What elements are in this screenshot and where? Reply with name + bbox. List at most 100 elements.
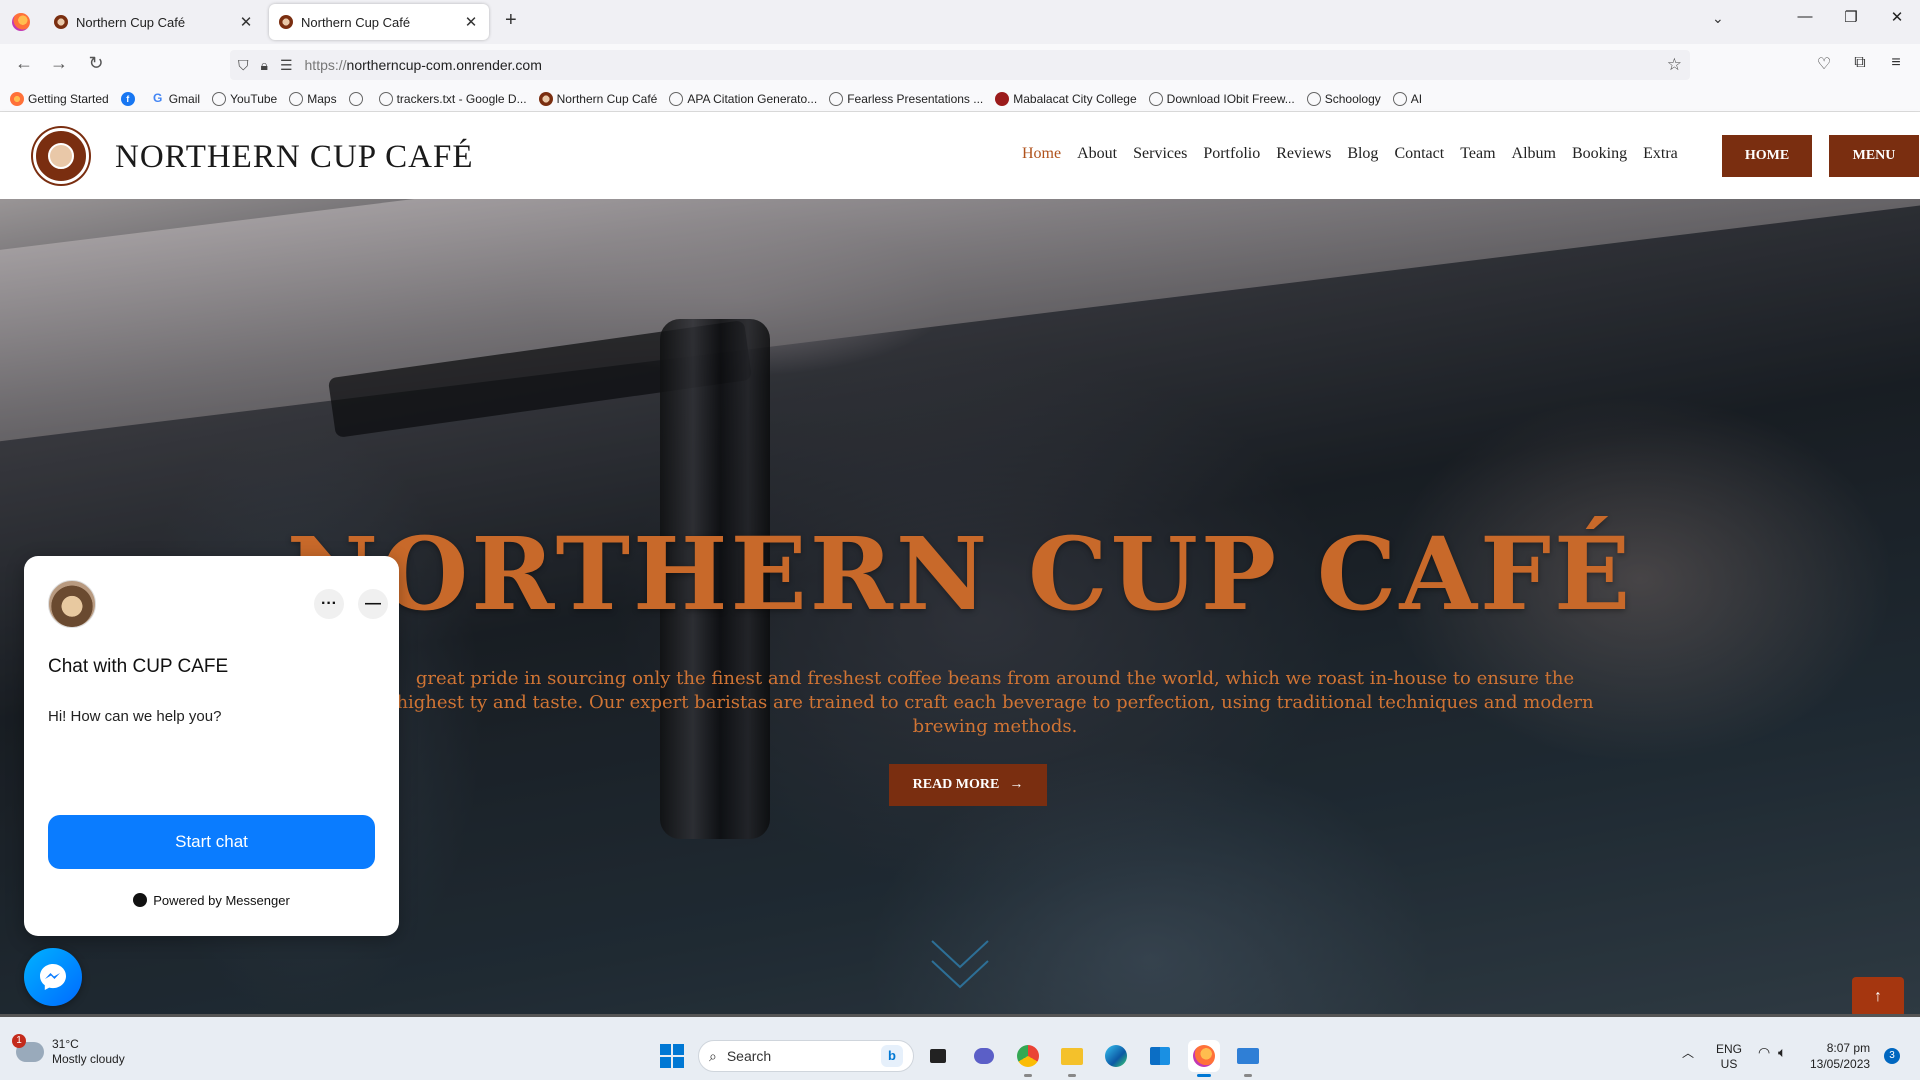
nav-home[interactable]: Home [1022, 145, 1061, 163]
bookmark-item[interactable]: Getting Started [10, 91, 109, 106]
task-view-icon[interactable] [922, 1040, 954, 1072]
chat-title: Chat with CUP CAFE [48, 656, 229, 677]
bookmark-item[interactable]: G Gmail [151, 92, 200, 106]
extensions-icon[interactable]: ⧉ [1848, 54, 1872, 72]
nav-contact[interactable]: Contact [1394, 145, 1444, 163]
notification-count-badge[interactable]: 3 [1884, 1048, 1900, 1064]
bookmark-star-icon[interactable]: ☆ [1667, 55, 1682, 75]
globe-icon [1306, 91, 1321, 106]
weather-description: Mostly cloudy [52, 1052, 125, 1066]
nav-portfolio[interactable]: Portfolio [1203, 145, 1260, 163]
show-hidden-icons-chevron-icon[interactable]: ︿ [1682, 1044, 1694, 1061]
cafe-logo-icon[interactable] [33, 128, 89, 184]
brand-name[interactable]: NORTHERN CUP CAFÉ [115, 139, 474, 176]
bookmark-label: Northern Cup Café [556, 91, 658, 106]
reload-icon[interactable]: ↻ [84, 53, 108, 74]
bookmark-label: Mabalacat City College [1013, 91, 1137, 106]
taskbar-search[interactable]: ⌕ Search b [698, 1040, 914, 1072]
restore-window-button[interactable]: ❐ [1836, 8, 1866, 26]
start-chat-button[interactable]: Start chat [48, 815, 375, 869]
bookmark-item[interactable]: Fearless Presentations ... [829, 91, 984, 106]
nav-reviews[interactable]: Reviews [1276, 145, 1331, 163]
close-tab-icon[interactable]: ✕ [463, 13, 479, 31]
new-tab-button[interactable]: + [505, 9, 517, 32]
list-all-tabs-icon[interactable]: ⌄ [1712, 10, 1724, 27]
bookmark-item[interactable]: Maps [289, 91, 337, 106]
close-window-button[interactable]: ✕ [1882, 8, 1912, 26]
app-menu-icon[interactable]: ≡ [1884, 54, 1908, 72]
more-options-icon[interactable]: ··· [314, 589, 344, 619]
home-button[interactable]: HOME [1722, 135, 1812, 177]
taskbar-clock[interactable]: 8:07 pm 13/05/2023 [1810, 1040, 1870, 1072]
read-more-button[interactable]: READ MORE → [889, 764, 1047, 806]
tab-title: Northern Cup Café [76, 14, 186, 30]
bookmark-item[interactable]: YouTube [212, 91, 277, 106]
nav-about[interactable]: About [1077, 145, 1117, 163]
nav-extra[interactable]: Extra [1643, 145, 1678, 163]
menu-button[interactable]: MENU [1829, 135, 1919, 177]
messenger-chat-panel: ··· — Chat with CUP CAFE Hi! How can we … [24, 556, 399, 936]
minimize-window-button[interactable]: — [1790, 8, 1820, 25]
pocket-icon[interactable]: ♡ [1812, 54, 1836, 74]
bookmark-item[interactable]: Schoology [1306, 91, 1381, 106]
firefox-icon [10, 91, 24, 106]
messenger-launcher-button[interactable] [24, 948, 82, 1006]
chat-greeting: Hi! How can we help you? [48, 708, 222, 725]
powered-by-messenger[interactable]: Powered by Messenger [24, 893, 399, 908]
bing-icon[interactable]: b [881, 1045, 903, 1067]
nav-services[interactable]: Services [1133, 145, 1187, 163]
bookmark-item[interactable] [348, 91, 367, 106]
hero-description: great pride in sourcing only the finest … [396, 668, 1594, 737]
cloud-icon: 1 [12, 1034, 44, 1062]
permissions-icon[interactable]: ☰ [280, 57, 293, 74]
back-arrow-icon[interactable]: ← [12, 53, 36, 74]
bookmark-label: AI [1410, 91, 1423, 106]
nav-album[interactable]: Album [1512, 145, 1556, 163]
chrome-icon[interactable] [1012, 1040, 1044, 1077]
nav-booking[interactable]: Booking [1572, 145, 1627, 163]
bookmark-item[interactable]: trackers.txt - Google D... [378, 91, 527, 106]
bookmark-item[interactable]: AI [1392, 91, 1423, 106]
browser-toolbar: ← → ↻ ⛉ 🔒︎ ☰ https://northerncup-com.onr… [0, 44, 1920, 86]
firefox-menu-icon[interactable] [12, 13, 30, 31]
bookmark-item[interactable]: Mabalacat City College [995, 91, 1137, 106]
nav-blog[interactable]: Blog [1347, 145, 1378, 163]
windows-taskbar: 1 31°C Mostly cloudy [0, 1014, 1920, 1080]
coffee-cup-icon [48, 143, 74, 169]
minimize-chat-icon[interactable]: — [358, 589, 388, 619]
teams-chat-icon[interactable] [968, 1040, 1000, 1072]
browser-tab-active[interactable]: Northern Cup Café ✕ [269, 4, 489, 40]
weather-widget[interactable]: 1 31°C Mostly cloudy [12, 1034, 125, 1067]
bookmark-item[interactable]: Download IObit Freew... [1148, 91, 1295, 106]
scroll-down-chevron-icon[interactable] [930, 937, 990, 993]
remote-desktop-icon[interactable] [1232, 1040, 1264, 1077]
bookmarks-toolbar: Getting Started f G Gmail YouTube Maps tr… [0, 86, 1920, 112]
language-indicator[interactable]: ENG US [1716, 1042, 1742, 1072]
nav-team[interactable]: Team [1460, 145, 1495, 163]
wifi-icon[interactable]: ◠ [1758, 1044, 1770, 1061]
volume-icon[interactable]: 🔈︎ [1778, 1044, 1786, 1061]
file-explorer-icon[interactable] [1056, 1040, 1088, 1077]
url-host: northerncup-com.onrender.com [346, 57, 542, 73]
bookmark-item[interactable]: Northern Cup Café [538, 91, 658, 106]
lock-icon[interactable]: 🔒︎ [261, 57, 268, 74]
globe-icon [212, 91, 227, 106]
address-bar[interactable]: ⛉ 🔒︎ ☰ https://northerncup-com.onrender.… [230, 50, 1690, 80]
firefox-taskbar-icon[interactable] [1188, 1040, 1220, 1077]
shield-icon[interactable]: ⛉ [238, 57, 249, 74]
url-text[interactable]: https://northerncup-com.onrender.com [305, 57, 1667, 73]
forward-arrow-icon[interactable]: → [47, 53, 71, 74]
microsoft-store-icon[interactable] [1144, 1040, 1176, 1072]
back-to-top-button[interactable]: ↑ [1852, 977, 1904, 1016]
bookmark-item[interactable]: f [120, 91, 139, 106]
arrow-right-icon: → [1009, 777, 1024, 792]
bookmark-label: Fearless Presentations ... [847, 91, 984, 106]
windows-start-icon[interactable] [660, 1044, 684, 1068]
browser-tab[interactable]: Northern Cup Café ✕ [44, 4, 264, 40]
close-tab-icon[interactable]: ✕ [238, 13, 254, 31]
globe-icon [378, 91, 393, 106]
tab-title: Northern Cup Café [301, 14, 411, 30]
edge-icon[interactable] [1100, 1040, 1132, 1072]
globe-icon [1392, 91, 1407, 106]
bookmark-item[interactable]: APA Citation Generato... [669, 91, 817, 106]
